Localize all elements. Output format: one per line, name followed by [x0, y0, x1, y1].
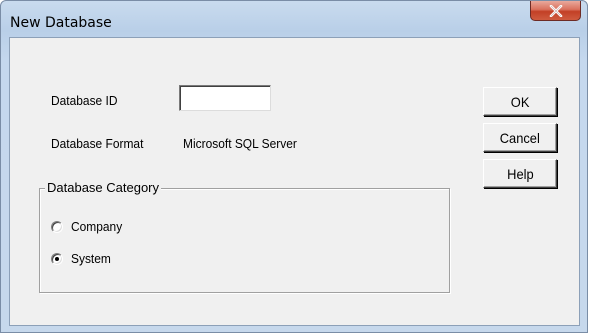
database-id-input[interactable] [179, 85, 271, 111]
radio-company[interactable]: Company [51, 219, 127, 234]
database-category-group: Database Category Company System [39, 180, 450, 293]
close-button[interactable] [530, 1, 581, 21]
radio-selected-dot [55, 256, 59, 261]
radio-system-circle[interactable] [51, 252, 63, 265]
help-button-label: Help [506, 165, 534, 182]
dialog-window: New Database Database ID Database Format… [0, 0, 588, 333]
ok-button[interactable]: OK [483, 87, 557, 116]
cancel-button[interactable]: Cancel [483, 123, 557, 152]
database-id-label: Database ID [51, 93, 118, 108]
database-format-value: Microsoft SQL Server [183, 136, 297, 151]
radio-company-circle[interactable] [51, 220, 63, 233]
dialog-client-area: Database ID Database Format Microsoft SQ… [9, 37, 580, 326]
title-bar[interactable]: New Database [1, 1, 587, 37]
help-button[interactable]: Help [483, 159, 557, 188]
window-title: New Database [10, 15, 112, 31]
radio-company-label: Company [71, 219, 123, 234]
radio-system[interactable]: System [51, 251, 114, 266]
cancel-button-label: Cancel [499, 129, 541, 146]
radio-system-label: System [71, 251, 111, 266]
database-category-legend: Database Category [45, 180, 162, 195]
close-icon [549, 4, 563, 17]
ok-button-label: OK [510, 93, 530, 110]
database-format-label: Database Format [51, 136, 144, 151]
